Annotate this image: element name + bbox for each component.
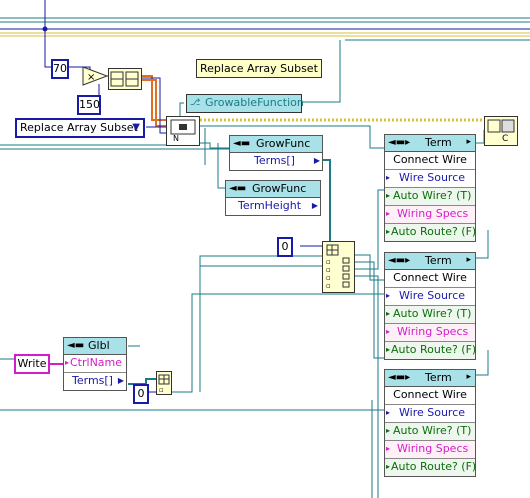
terms-property: Terms[] [72,374,113,387]
replace-array-subset-label: Replace Array Subset [196,59,322,78]
svg-text:×: × [87,72,95,83]
class-constant-label: GrowableFunction [205,96,304,109]
svg-text:N: N [173,134,179,143]
property-icon: ◄▬ [229,183,247,194]
term-connect-wire-node-3[interactable]: ◄▬▸ Term ▸ Connect Wire ▸ Wire Source ▸ Auto… [384,369,476,477]
class-icon: ⎇ [190,98,201,108]
node-title: GrowFunc [256,137,311,150]
new-object-node[interactable]: N [166,116,200,146]
input-pin-icon: ▸ [386,444,391,453]
input-pin-icon: ▸ [386,327,391,336]
build-array-icon[interactable] [108,68,142,90]
subvi-icon[interactable]: C [484,116,518,146]
input-pin-icon: ▸ [386,426,391,435]
svg-text:C: C [502,134,508,144]
growfunc-termheight-property-node[interactable]: ◄▬ GrowFunc TermHeight ▶ [225,180,321,216]
output-pin-icon: ▶ [313,156,320,165]
param-auto-route: Auto Route? (F) [391,343,477,356]
invoke-marker-icon: ▸ [466,137,471,147]
function-ring-value: Replace Array Subset [20,121,138,134]
param-auto-route: Auto Route? (F) [391,225,477,238]
output-pin-icon: ▶ [311,201,318,210]
input-pin-icon: ▸ [386,209,391,218]
string-constant-write[interactable]: Write [14,354,50,374]
input-pin-icon: ▸ [65,358,70,367]
node-title: GrowFunc [252,182,307,195]
method-row: Connect Wire [385,387,475,405]
numeric-constant-0-b[interactable]: 0 [133,384,149,404]
svg-text:▫: ▫ [326,282,331,290]
param-auto-wire: Auto Wire? (T) [393,307,472,320]
invoke-marker-icon: ▸ [466,255,471,265]
input-pin-icon: ▸ [386,462,391,471]
svg-text:▫: ▫ [326,258,331,266]
param-auto-wire: Auto Wire? (T) [393,424,472,437]
method-row: Connect Wire [385,270,475,288]
glbl-property-node[interactable]: ◄▬ Glbl ▸ CtrlName Terms[] ▶ [63,337,127,391]
input-pin-icon: ▸ [386,408,391,417]
input-pin-icon: ▸ [386,291,391,300]
param-wire-source: Wire Source [399,171,466,184]
index-array-node[interactable]: ▫ ▫ ▫ ▫ [322,241,355,293]
node-title: Term [425,136,452,149]
invoke-icon: ◄▬▸ [388,137,411,148]
param-wiring-specs: Wiring Specs [397,325,469,338]
input-pin-icon: ▸ [386,309,391,318]
index-array-node-b[interactable]: ▫ [156,371,172,395]
node-title: Term [425,371,452,384]
growfunc-terms-property-node[interactable]: ◄▬ GrowFunc Terms[] ▶ [229,135,323,171]
input-pin-icon: ▸ [386,173,391,182]
term-connect-wire-node-2[interactable]: ◄▬▸ Term ▸ Connect Wire ▸ Wire Source ▸ Auto… [384,252,476,360]
chevron-down-icon: ▼ [132,122,140,133]
param-auto-wire: Auto Wire? (T) [393,189,472,202]
input-pin-icon: ▸ [386,191,391,200]
property-icon: ◄▬ [67,340,85,351]
param-wiring-specs: Wiring Specs [397,207,469,220]
numeric-constant-150[interactable]: 150 [77,95,101,115]
invoke-icon: ◄▬▸ [388,372,411,383]
method-row: Connect Wire [385,152,475,170]
param-auto-route: Auto Route? (F) [391,460,477,473]
class-constant-growable-function[interactable]: ⎇ GrowableFunction [186,94,304,113]
svg-text:▫: ▫ [159,386,164,394]
svg-text:▫: ▫ [326,266,331,274]
function-ring[interactable]: Replace Array Subset ▼ [15,118,145,138]
param-wire-source: Wire Source [399,406,466,419]
node-title: Glbl [88,339,110,352]
input-pin-icon: ▸ [386,345,391,354]
invoke-marker-icon: ▸ [466,372,471,382]
termheight-property: TermHeight [238,199,302,212]
multiply-icon[interactable]: × [82,66,108,86]
param-wire-source: Wire Source [399,289,466,302]
node-title: Term [425,254,452,267]
term-connect-wire-node-1[interactable]: ◄▬▸ Term ▸ Connect Wire ▸ Wire Source ▸ Auto… [384,134,476,242]
output-pin-icon: ▶ [117,376,124,385]
param-wiring-specs: Wiring Specs [397,442,469,455]
input-pin-icon: ▸ [386,227,391,236]
invoke-icon: ◄▬▸ [388,255,411,266]
terms-property: Terms[] [254,154,295,167]
numeric-constant-70[interactable]: 70 [51,59,69,79]
numeric-constant-0[interactable]: 0 [277,237,293,257]
property-icon: ◄▬ [233,138,251,149]
ctrlname-property: CtrlName [70,356,123,369]
svg-text:▫: ▫ [326,274,331,282]
